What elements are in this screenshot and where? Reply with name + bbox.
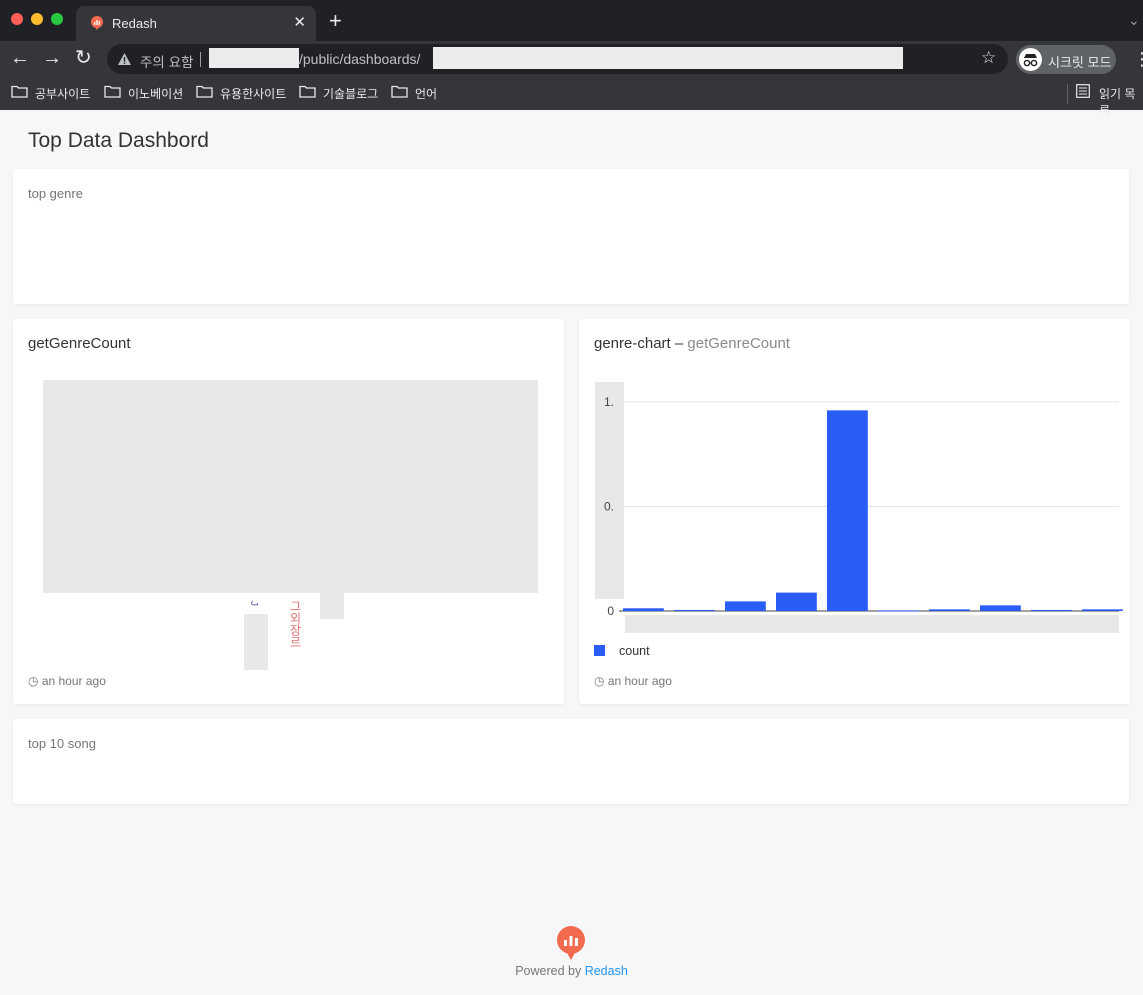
folder-icon	[299, 85, 316, 98]
clock-icon: ◷	[28, 674, 39, 688]
address-bar[interactable]: 주의 요함 /public/dashboards/ ☆	[107, 44, 1008, 74]
tab-search-icon[interactable]: ⌄	[1128, 12, 1140, 29]
incognito-badge[interactable]: 시크릿 모드	[1016, 45, 1116, 74]
y-tick-label: 0	[607, 604, 614, 618]
bookmark-item[interactable]: 언어	[415, 85, 437, 102]
clock-icon: ◷	[594, 674, 605, 688]
redacted-content	[43, 380, 538, 593]
forward-button[interactable]: →	[42, 47, 62, 69]
browser-tab-redash[interactable]: Redash ✕	[76, 6, 316, 41]
y-tick-label: 0.	[604, 500, 614, 514]
powered-by-text: Powered by	[515, 964, 585, 978]
bar	[878, 610, 919, 612]
folder-icon	[196, 85, 213, 98]
bookmarks-bar: 공부사이트 이노베이션 유용한사이트 기술블로그 언어 읽기 목록	[0, 78, 1143, 118]
widget-title[interactable]: getGenreCount	[28, 335, 131, 352]
tab-close-icon[interactable]: ✕	[293, 13, 306, 31]
bar	[1031, 609, 1072, 611]
widget-title[interactable]: genre-chart – getGenreCount	[594, 335, 790, 352]
reading-list-icon[interactable]	[1076, 84, 1090, 98]
bar	[674, 609, 715, 611]
bookmarks-separator	[1067, 84, 1068, 104]
minimize-window-button[interactable]	[31, 13, 43, 25]
category-label: 그외장르	[288, 600, 302, 648]
close-window-button[interactable]	[11, 13, 23, 25]
widget-top-genre: top genre	[13, 169, 1129, 304]
bookmark-item[interactable]: 이노베이션	[128, 85, 183, 102]
last-updated: ◷ an hour ago	[28, 674, 106, 688]
reading-list-button[interactable]: 읽기 목록	[1099, 85, 1143, 119]
bar	[827, 410, 868, 611]
redacted-token	[433, 47, 903, 69]
legend-swatch	[594, 645, 605, 656]
new-tab-button[interactable]: +	[329, 10, 342, 32]
redacted-content	[320, 593, 344, 619]
widget-caption: top 10 song	[28, 736, 96, 751]
redash-link[interactable]: Redash	[585, 964, 628, 978]
last-updated-text: an hour ago	[607, 674, 672, 688]
back-button[interactable]: ←	[10, 47, 30, 69]
incognito-icon	[1019, 48, 1042, 71]
folder-icon	[104, 85, 121, 98]
reload-button[interactable]: ↻	[75, 47, 92, 69]
genre-bar-chart[interactable]: 0 0. 1. count	[579, 359, 1130, 679]
y-tick-label: 1.	[604, 395, 614, 409]
bar	[1082, 609, 1123, 611]
incognito-label: 시크릿 모드	[1048, 55, 1112, 70]
redacted-x-axis	[625, 615, 1119, 633]
redacted-y-axis	[595, 382, 624, 599]
bookmark-item[interactable]: 공부사이트	[35, 85, 90, 102]
query-name: getGenreCount	[687, 335, 790, 352]
bar	[980, 605, 1021, 611]
bar	[725, 601, 766, 611]
bookmark-item[interactable]: 기술블로그	[323, 85, 378, 102]
browser-menu-icon[interactable]: ⋮	[1133, 49, 1143, 70]
axis-label: J	[248, 601, 259, 606]
last-updated: ◷ an hour ago	[594, 674, 672, 688]
url-path: /public/dashboards/	[299, 51, 421, 67]
widget-genre-table: getGenreCount J 그외장르 ◷ an hour ago	[13, 319, 564, 704]
browser-toolbar: ← → ↻ 주의 요함 /public/dashboards/ ☆ 시크릿 모드…	[0, 41, 1143, 78]
widget-caption: top genre	[28, 186, 83, 201]
footer: Powered by Redash	[0, 964, 1143, 978]
dashboard-title: Top Data Dashbord	[28, 129, 209, 152]
folder-icon	[391, 85, 408, 98]
chart-name: genre-chart	[594, 335, 671, 352]
redash-favicon-icon	[91, 16, 103, 30]
address-separator	[200, 52, 201, 67]
browser-tab-bar: Redash ✕ + ⌄	[0, 0, 1143, 41]
bar	[623, 608, 664, 611]
bookmark-star-icon[interactable]: ☆	[981, 48, 996, 68]
folder-icon	[11, 85, 28, 98]
bar	[929, 609, 970, 611]
legend-label: count	[619, 644, 650, 658]
maximize-window-button[interactable]	[51, 13, 63, 25]
widget-top-songs: top 10 song	[13, 719, 1129, 804]
warning-icon[interactable]	[117, 52, 132, 66]
widget-genre-chart: genre-chart – getGenreCount 0 0. 1. count ◷…	[579, 319, 1130, 704]
security-status[interactable]: 주의 요함	[140, 51, 193, 71]
bar	[776, 592, 817, 611]
redash-logo-icon	[557, 926, 585, 960]
last-updated-text: an hour ago	[41, 674, 106, 688]
title-separator: –	[674, 335, 684, 352]
bookmark-item[interactable]: 유용한사이트	[220, 85, 286, 102]
redacted-content	[244, 614, 268, 670]
redacted-host	[209, 48, 299, 68]
tab-title: Redash	[112, 16, 157, 31]
